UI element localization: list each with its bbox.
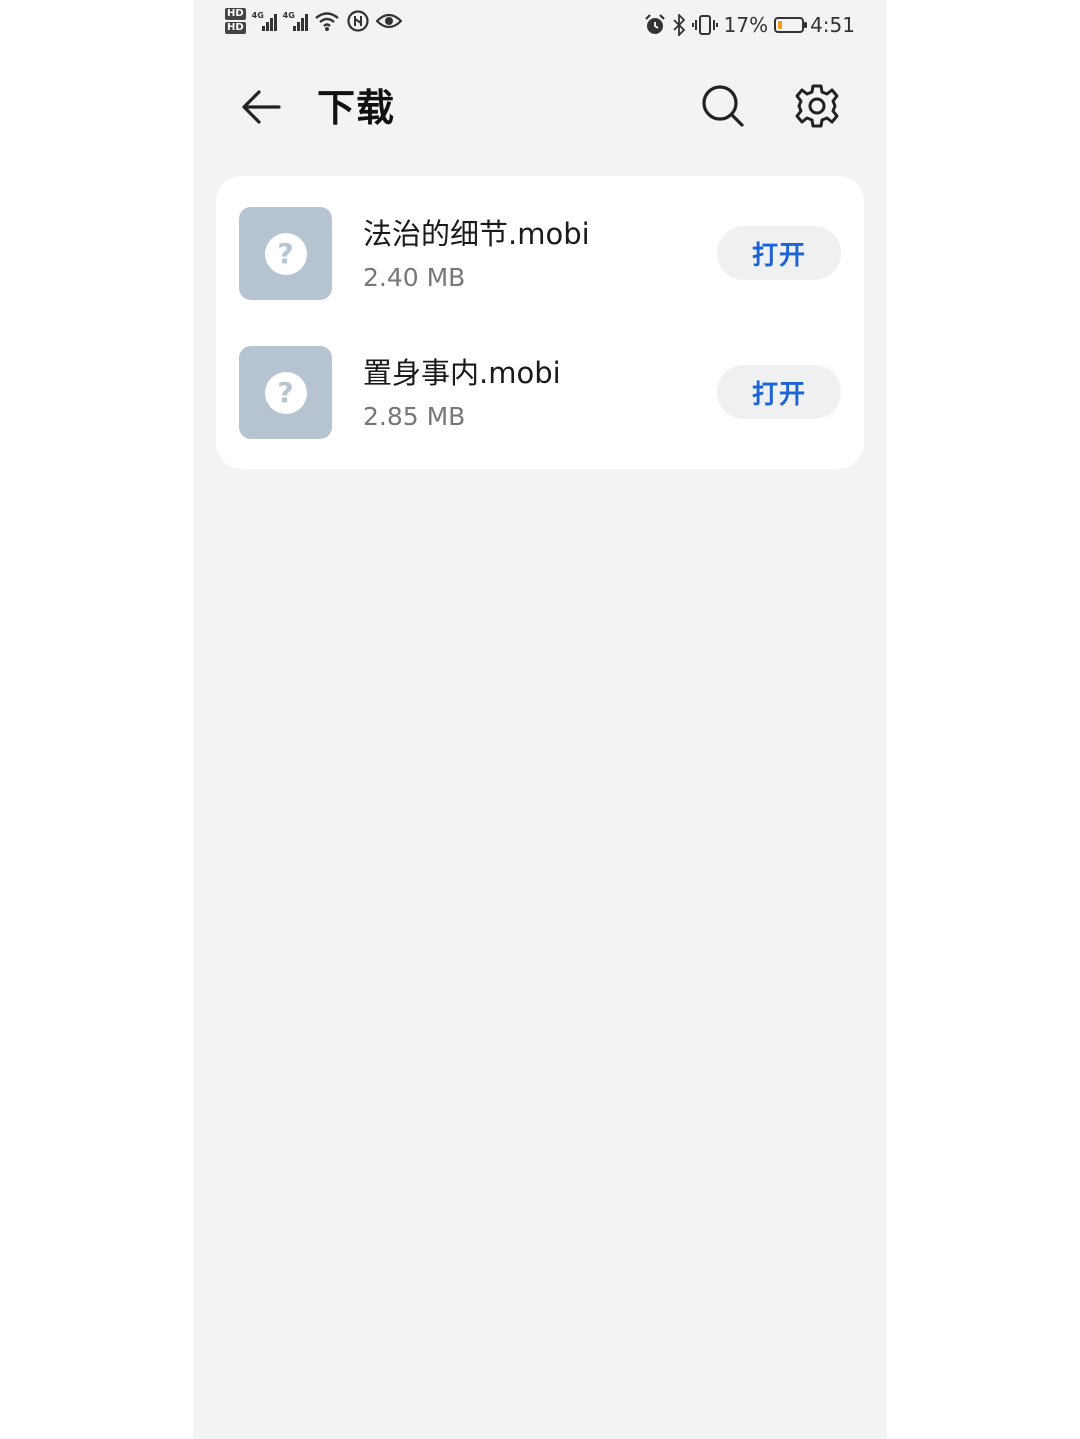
signal-icon-1: 4G	[252, 11, 277, 31]
eye-icon	[375, 13, 402, 29]
question-mark-icon: ?	[264, 371, 307, 414]
list-item[interactable]: ? 置身事内.mobi 2.85 MB 打开	[216, 315, 864, 454]
arrow-left-icon	[242, 90, 281, 124]
open-button[interactable]: 打开	[717, 365, 841, 419]
battery-icon	[774, 17, 808, 33]
status-bar: HD HD 4G 4G 17% 4:51	[193, 0, 887, 52]
clock: 4:51	[810, 13, 855, 37]
nfc-icon	[347, 10, 369, 32]
search-button[interactable]	[699, 82, 747, 130]
wifi-icon	[314, 12, 339, 31]
signal-icon-2: 4G	[283, 11, 308, 31]
network-type-1: 4G	[251, 11, 264, 20]
question-mark-icon: ?	[264, 232, 307, 275]
search-icon	[702, 85, 744, 127]
alarm-icon	[644, 14, 665, 34]
hd-badge-1: HD	[225, 8, 246, 20]
file-icon: ?	[239, 207, 332, 300]
back-button[interactable]	[239, 85, 283, 129]
open-button[interactable]: 打开	[717, 226, 841, 280]
bluetooth-icon	[672, 14, 685, 36]
file-size: 2.85 MB	[363, 402, 466, 431]
list-item[interactable]: ? 法治的细节.mobi 2.40 MB 打开	[216, 176, 864, 315]
file-name: 置身事内.mobi	[363, 356, 561, 390]
settings-button[interactable]	[793, 82, 841, 130]
gear-icon	[795, 84, 839, 128]
download-list: ? 法治的细节.mobi 2.40 MB 打开 ? 置身事内.mobi 2.85…	[216, 176, 864, 469]
status-right: 17% 4:51	[644, 13, 855, 37]
page-title: 下载	[317, 86, 396, 130]
file-size: 2.40 MB	[363, 263, 466, 292]
battery-level	[778, 21, 783, 29]
phone-screen: HD HD 4G 4G 17% 4:51 下载 ? 法治的细节.mobi 2.4…	[193, 0, 887, 1439]
network-type-2: 4G	[282, 11, 295, 20]
hd-badges: HD HD	[225, 8, 246, 34]
battery-percent: 17%	[723, 13, 769, 37]
vibrate-icon	[691, 15, 718, 35]
file-icon: ?	[239, 346, 332, 439]
file-name: 法治的细节.mobi	[363, 217, 590, 251]
hd-badge-2: HD	[225, 22, 246, 34]
status-left: HD HD 4G 4G	[225, 8, 402, 34]
